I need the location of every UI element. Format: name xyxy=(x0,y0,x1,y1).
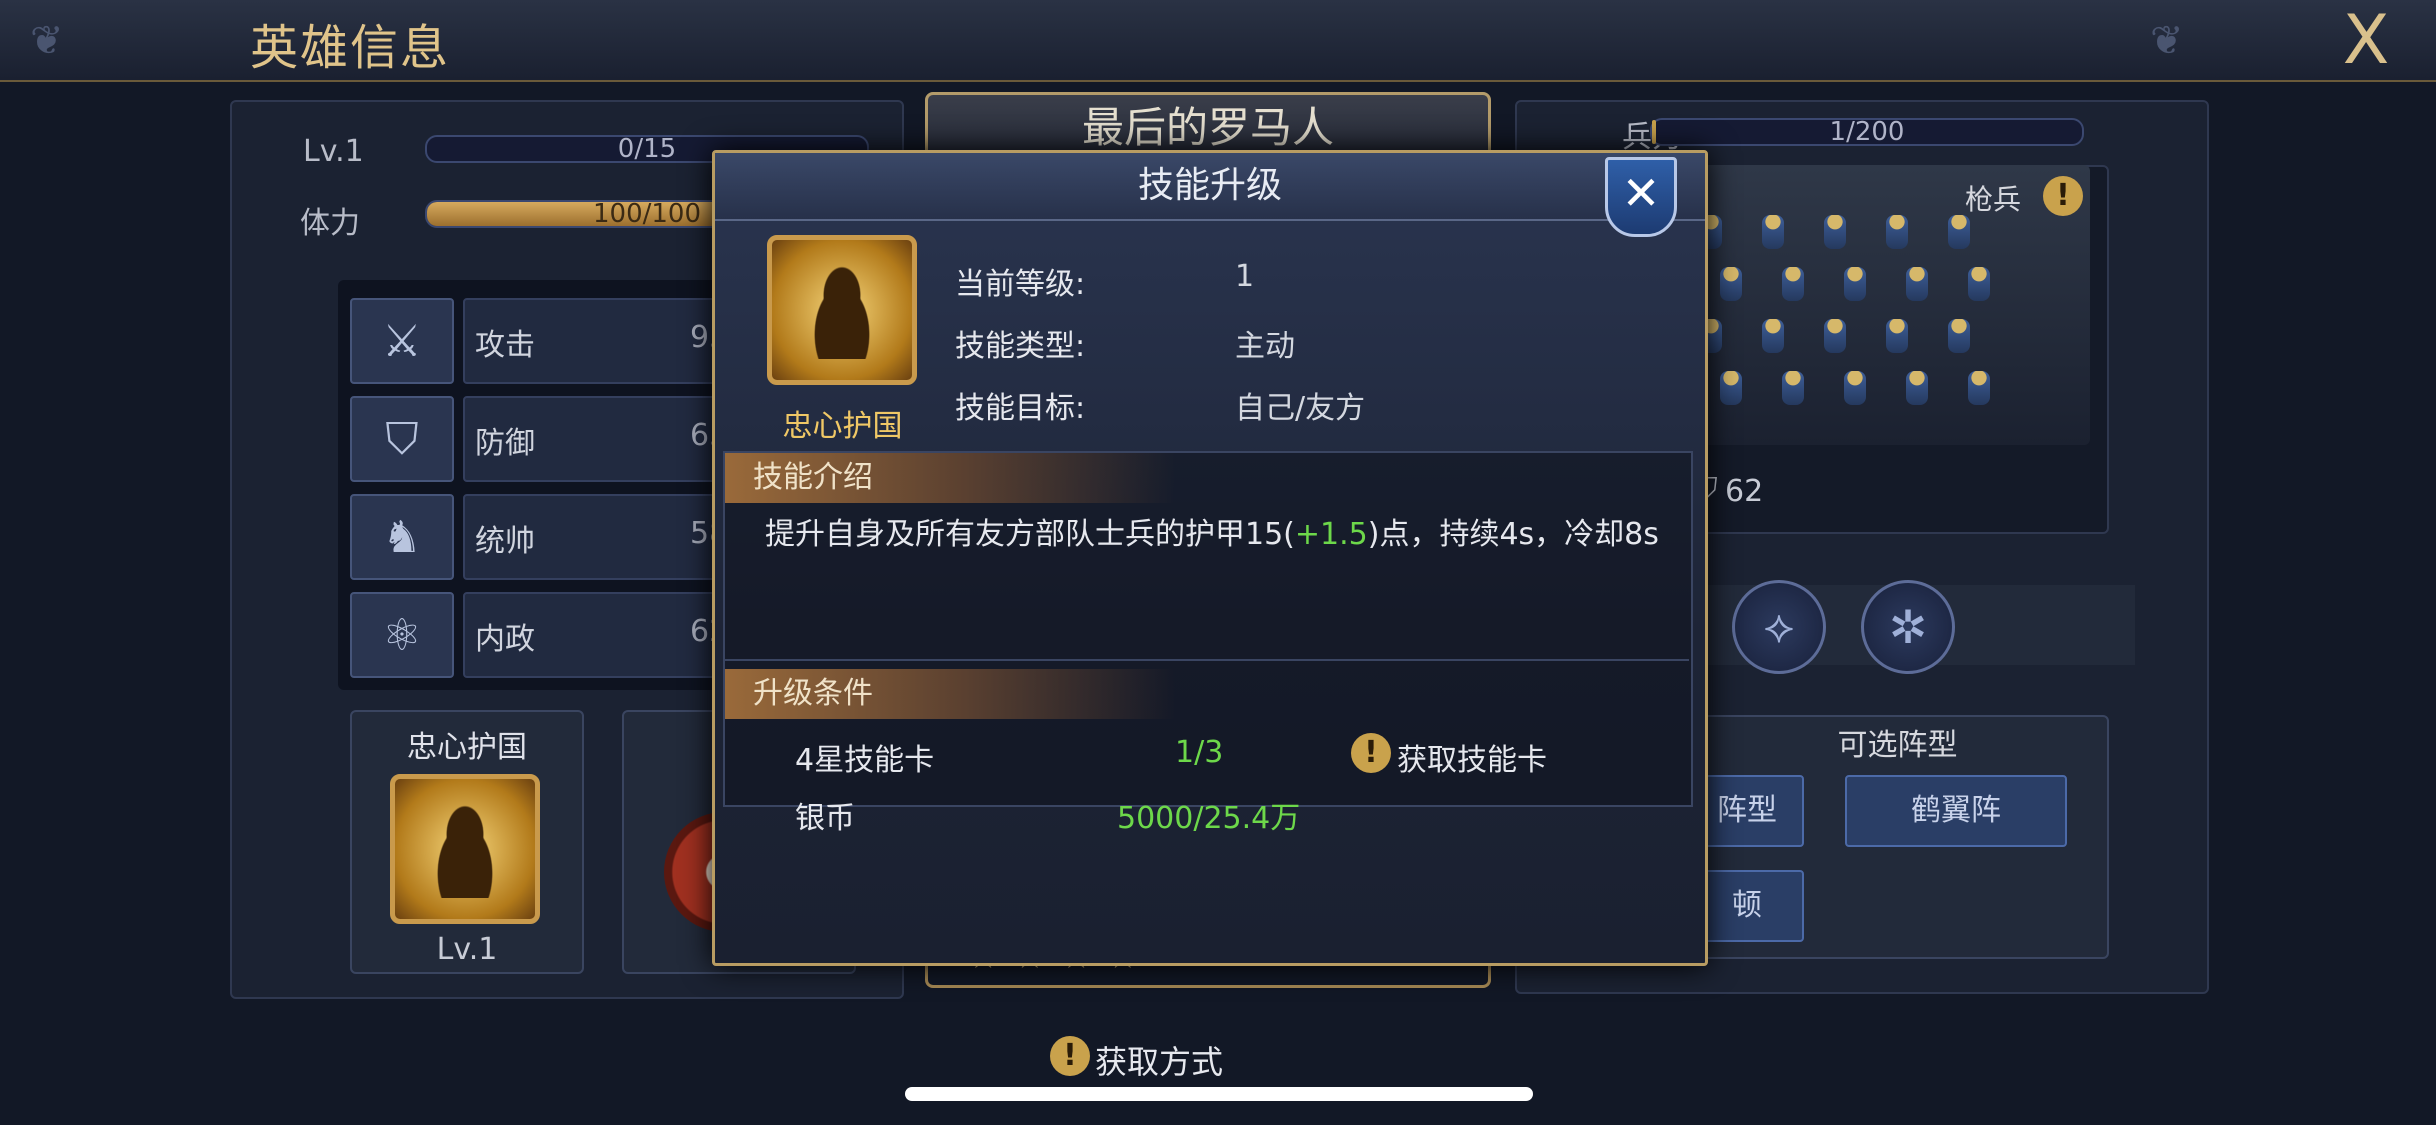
crossed-arrows-skill-icon[interactable]: ✲ xyxy=(1861,580,1955,674)
shield-icon: ⛉ xyxy=(350,396,454,482)
skill-upgrade-modal: 技能升级 ✕ 忠心护国 当前等级: 1 技能类型: 主动 技能目标: 自己/友方… xyxy=(712,150,1708,966)
formation-title: 可选阵型 xyxy=(1837,728,1958,763)
soldier-sprite xyxy=(1844,371,1866,405)
soldier-sprite xyxy=(1886,215,1908,249)
stat-label: 内政 xyxy=(475,622,535,657)
soldier-formation xyxy=(1700,215,2040,445)
home-indicator[interactable] xyxy=(905,1087,1533,1101)
upgrade-title: 升级条件 xyxy=(725,669,1325,719)
soldier-sprite xyxy=(1762,319,1784,353)
ornament-left-icon: ❦ xyxy=(30,18,64,64)
description-text-end: )点，持续4s，冷却8s xyxy=(1367,517,1659,552)
get-card-info-icon: ! xyxy=(1351,733,1391,773)
skill-card-level: Lv.1 xyxy=(436,932,498,967)
loyal-guard-skill-icon xyxy=(767,235,917,385)
modal-close-button[interactable]: ✕ xyxy=(1605,157,1677,237)
info-label-type: 技能类型: xyxy=(955,329,1086,364)
troops-text: 1/200 xyxy=(1829,117,1905,147)
stat-label: 防御 xyxy=(475,426,535,461)
stat-label: 攻击 xyxy=(475,328,535,363)
ornament-right-icon: ❦ xyxy=(2150,18,2184,64)
soldier-sprite xyxy=(1720,267,1742,301)
get-card-link[interactable]: 获取技能卡 xyxy=(1397,735,1547,779)
crossed-swords-icon: ⚔ xyxy=(350,298,454,384)
troops-bar: 1/200 xyxy=(1650,118,2084,146)
soldier-sprite xyxy=(1844,267,1866,301)
loyal-guard-skill-icon xyxy=(390,774,540,924)
req-card-label: 4星技能卡 xyxy=(795,743,935,778)
soldier-sprite xyxy=(1824,215,1846,249)
soldier-sprite xyxy=(1782,267,1804,301)
soldier-sprite xyxy=(1824,319,1846,353)
soldier-sprite xyxy=(1906,371,1928,405)
spear-skill-icon[interactable]: ⟡ xyxy=(1732,580,1826,674)
stat-label: 统帅 xyxy=(475,524,535,559)
modal-skill-name: 忠心护国 xyxy=(782,409,903,444)
formation-button-crane-wing[interactable]: 鹤翼阵 xyxy=(1845,775,2067,847)
intro-title: 技能介绍 xyxy=(725,453,1325,503)
atom-icon: ⚛ xyxy=(350,592,454,678)
info-label-level: 当前等级: xyxy=(955,267,1086,302)
get-method-link[interactable]: 获取方式 xyxy=(1095,1037,1223,1083)
get-method-info-icon: ! xyxy=(1050,1036,1090,1076)
skill-card[interactable]: 忠心护国 Lv.1 xyxy=(350,710,584,974)
req-card-value: 1/3 xyxy=(1175,735,1224,770)
soldier-sprite xyxy=(1968,267,1990,301)
level-label: Lv.1 xyxy=(303,134,364,169)
soldier-sprite xyxy=(1948,319,1970,353)
skill-description: 提升自身及所有友方部队士兵的护甲15(+1.5)点，持续4s，冷却8s xyxy=(765,509,1659,553)
modal-title: 技能升级 xyxy=(1137,165,1282,206)
soldier-sprite xyxy=(1906,267,1928,301)
soldier-sprite xyxy=(1886,319,1908,353)
info-label-target: 技能目标: xyxy=(955,391,1086,426)
stamina-label: 体力 xyxy=(300,206,360,241)
info-value-type: 主动 xyxy=(1235,329,1295,364)
page-title: 英雄信息 xyxy=(250,20,451,76)
soldier-sprite xyxy=(1782,371,1804,405)
unit-type-label: 枪兵 xyxy=(1965,183,2022,216)
soldier-sprite xyxy=(1948,215,1970,249)
close-page-button[interactable]: X xyxy=(2326,6,2406,76)
horse-head-icon: ♞ xyxy=(350,494,454,580)
soldier-sprite xyxy=(1762,215,1784,249)
req-silver-value: 5000/25.4万 xyxy=(1117,801,1301,836)
info-value-level: 1 xyxy=(1235,259,1255,294)
skill-card-name: 忠心护国 xyxy=(407,730,527,765)
req-silver-label: 银币 xyxy=(795,801,855,836)
info-value-target: 自己/友方 xyxy=(1235,391,1366,426)
description-text: 提升自身及所有友方部队士兵的护甲15( xyxy=(765,517,1295,552)
soldier-sprite xyxy=(1720,371,1742,405)
unit-info-icon[interactable]: ! xyxy=(2043,176,2083,216)
soldier-sprite xyxy=(1968,371,1990,405)
divider xyxy=(723,659,1689,661)
unit-power-value: 62 xyxy=(1725,474,1764,509)
description-bonus: +1.5 xyxy=(1294,517,1368,552)
